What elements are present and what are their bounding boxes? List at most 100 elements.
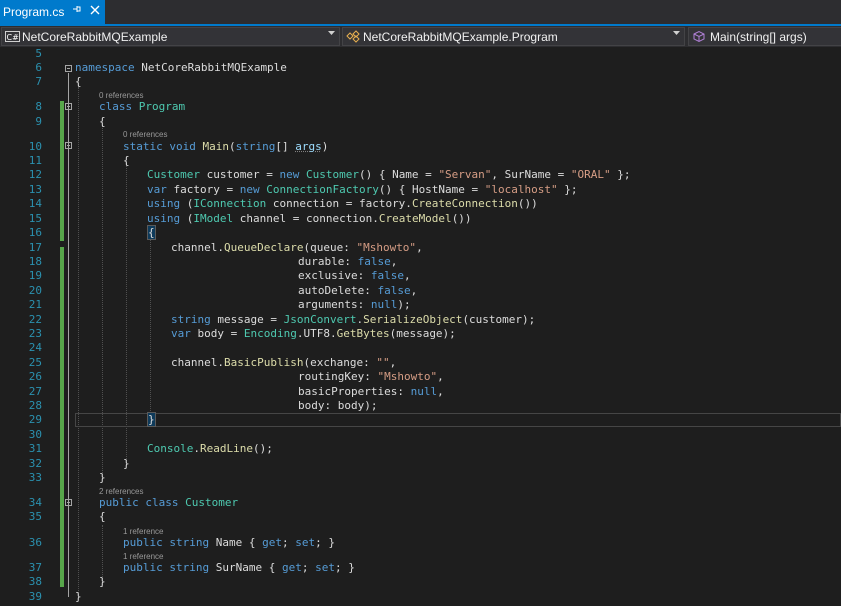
keyword: namespace [75, 61, 135, 74]
code-line-28: body: body); [298, 399, 377, 413]
svg-text:C#: C# [7, 33, 20, 42]
code-text: , [437, 370, 444, 383]
code-text: () { HostName = [378, 183, 485, 196]
string-literal: "Mshowto" [356, 241, 417, 254]
line-number: 33 [28, 471, 42, 484]
keyword: null [370, 298, 398, 311]
keyword: new [239, 183, 260, 196]
line-number: 12 [28, 168, 42, 181]
code-text: , [416, 241, 423, 254]
code-line-9: { [99, 115, 106, 129]
line-number: 32 [28, 457, 42, 470]
keyword: set [315, 561, 335, 574]
method-name: CreateModel [378, 212, 452, 225]
code-text: (); [252, 442, 273, 455]
brace: } [123, 457, 130, 470]
code-text: ; [281, 536, 296, 549]
type-name: Console [147, 442, 194, 455]
code-line-16: { [147, 225, 156, 240]
keyword: class [145, 496, 179, 509]
code-line-39: } [75, 590, 82, 604]
code-text: , [403, 269, 411, 282]
string-literal: "Servan" [438, 168, 492, 181]
keyword: get [262, 536, 282, 549]
code-text: channel. [171, 356, 224, 369]
code-text: message = [210, 313, 284, 326]
code-text: , [390, 255, 398, 268]
code-text: (message); [389, 327, 456, 340]
close-icon[interactable] [90, 4, 100, 18]
pin-icon[interactable] [72, 4, 82, 17]
line-number: 25 [28, 356, 42, 369]
keyword: null [410, 385, 438, 398]
code-text: channel. [171, 241, 224, 254]
project-dropdown[interactable]: C# NetCoreRabbitMQExample [1, 27, 340, 46]
punct: ( [229, 140, 236, 153]
codelens-references[interactable]: 0 references [99, 91, 143, 100]
code-line-38: } [99, 575, 106, 589]
code-line-12: Customer customer = new Customer() { Nam… [147, 168, 631, 182]
line-number: 24 [28, 341, 42, 354]
string-literal: "localhost" [484, 183, 558, 196]
current-line-highlight [75, 413, 841, 427]
code-text: ; } [315, 536, 335, 549]
string-literal: "Mshowto" [377, 370, 438, 383]
navigation-bar: C# NetCoreRabbitMQExample NetCoreRabbitM… [0, 26, 841, 47]
code-line-17: channel.QueueDeclare(queue: "Mshowto", [171, 241, 423, 255]
keyword: using [147, 197, 181, 210]
collapse-toggle-icon[interactable] [65, 65, 72, 72]
method-name: BasicPublish [223, 356, 304, 369]
codelens-references[interactable]: 1 reference [123, 527, 163, 536]
brace: } [75, 590, 82, 603]
collapse-toggle-icon[interactable] [65, 499, 72, 506]
type-name: JsonConvert [283, 313, 357, 326]
code-text: ()) [451, 212, 472, 225]
member-dropdown-label: Main(string[] args) [710, 30, 807, 44]
code-text: (exchange: [303, 356, 377, 369]
line-number: 26 [28, 370, 42, 383]
code-text: , [410, 284, 418, 297]
code-text: durable: [298, 255, 358, 268]
punct: ) [321, 140, 329, 153]
method-name: ReadLine [199, 442, 253, 455]
matched-brace: } [147, 412, 156, 427]
code-text: body = [190, 327, 244, 340]
change-marker [60, 101, 64, 241]
code-text: body: body); [298, 399, 378, 412]
code-line-23: var body = Encoding.UTF8.GetBytes(messag… [171, 327, 456, 341]
method-name: Main [202, 140, 230, 153]
member-dropdown[interactable]: Main(string[] args) [688, 27, 841, 46]
line-number: 18 [28, 255, 42, 268]
type-name: Customer [147, 168, 200, 181]
keyword: public [123, 536, 163, 549]
code-text: , [389, 356, 397, 369]
code-line-26: routingKey: "Mshowto", [298, 370, 444, 384]
code-text: ); [397, 298, 411, 311]
code-text: factory = [166, 183, 240, 196]
class-name: Customer [185, 496, 239, 509]
document-tab-strip: Program.cs [0, 0, 841, 26]
keyword: set [295, 536, 316, 549]
line-number: 22 [28, 313, 42, 326]
line-number: 35 [28, 510, 42, 523]
code-text: ()) [517, 197, 538, 210]
collapse-toggle-icon[interactable] [65, 142, 72, 149]
line-number: 23 [28, 327, 42, 340]
keyword: static [123, 140, 163, 153]
keyword: string [169, 536, 210, 549]
code-editor[interactable]: 5 6 7 8 9 10 11 12 13 14 15 16 17 18 19 … [0, 47, 841, 606]
outline-line [68, 73, 69, 597]
keyword: public [123, 561, 163, 574]
codelens-references[interactable]: 1 reference [123, 552, 163, 561]
punct: [] [275, 140, 296, 153]
collapse-toggle-icon[interactable] [65, 103, 72, 110]
codelens-references[interactable]: 0 references [123, 130, 167, 139]
brace: { [123, 154, 130, 167]
code-text: ; [301, 561, 316, 574]
line-number: 15 [28, 212, 42, 225]
keyword: var [147, 183, 167, 196]
type-dropdown[interactable]: NetCoreRabbitMQExample.Program [342, 27, 685, 46]
codelens-references[interactable]: 2 references [99, 487, 143, 496]
tab-program-cs[interactable]: Program.cs [0, 0, 105, 24]
